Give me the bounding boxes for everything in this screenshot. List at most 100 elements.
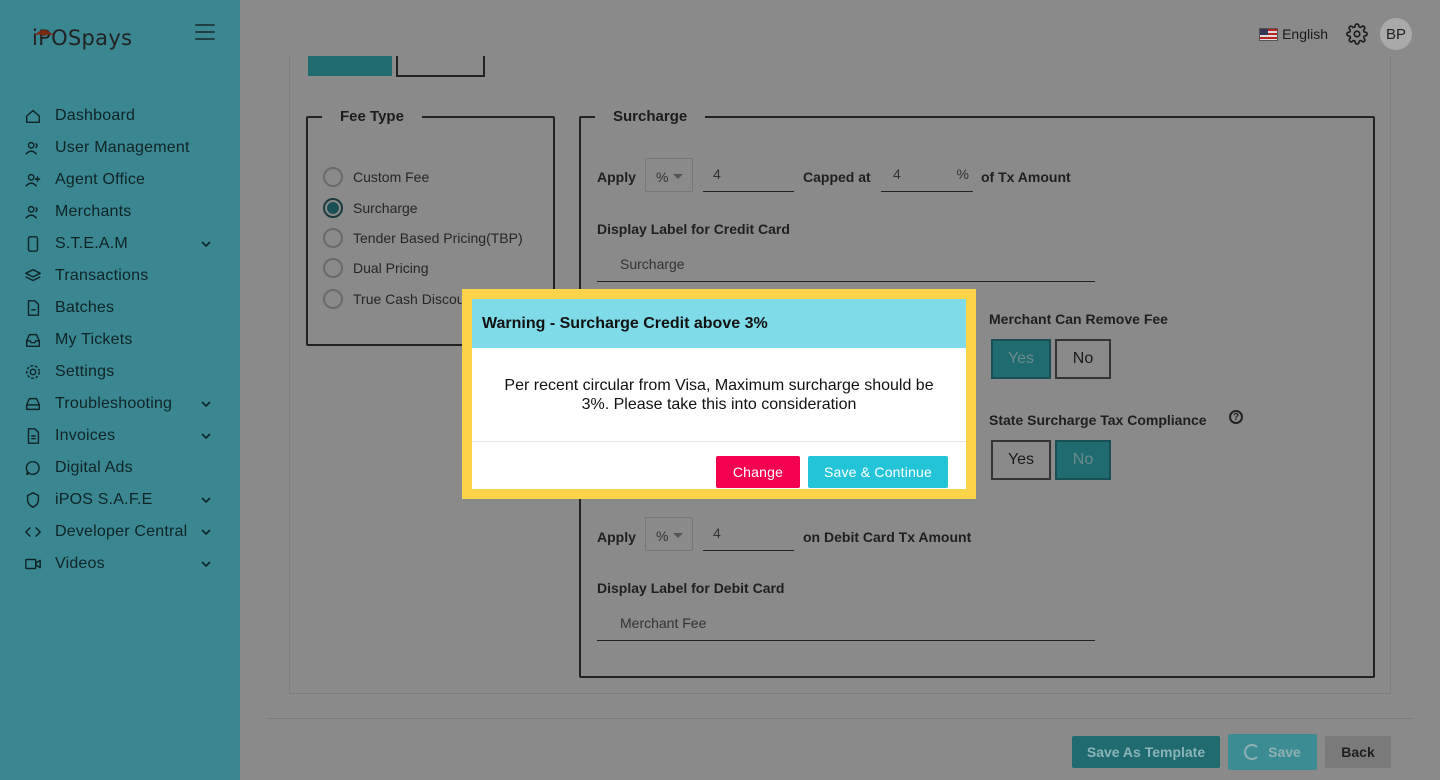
radio-button[interactable]: [323, 198, 343, 218]
sidebar-item-batches[interactable]: Batches: [0, 292, 240, 324]
back-button[interactable]: Back: [1325, 736, 1391, 768]
dialog-footer: Change Save & Continue: [472, 442, 966, 489]
radio-button[interactable]: [323, 228, 343, 248]
merchant-remove-fee-label: Merchant Can Remove Fee: [989, 311, 1168, 327]
sidebar-item-merchants[interactable]: Merchants: [0, 196, 240, 228]
credit-surcharge-input[interactable]: 4: [703, 166, 794, 192]
sidebar-item-ipos-s-a-f-e[interactable]: iPOS S.A.F.E: [0, 484, 240, 516]
sidebar-item-label: Merchants: [55, 203, 132, 220]
sidebar-item-label: User Management: [55, 139, 190, 156]
dialog-message: Per recent circular from Visa, Maximum s…: [472, 348, 966, 442]
radio-button[interactable]: [323, 167, 343, 187]
sidebar-item-transactions[interactable]: Transactions: [0, 260, 240, 292]
credit-apply-label: Apply: [597, 169, 636, 185]
fee-type-legend: Fee Type: [340, 108, 404, 125]
sidebar-item-label: Troubleshooting: [55, 395, 173, 412]
sidebar-item-agent-office[interactable]: Agent Office: [0, 164, 240, 196]
debit-display-label: Display Label for Debit Card: [597, 580, 785, 596]
surcharge-legend: Surcharge: [613, 108, 688, 125]
sidebar-item-digital-ads[interactable]: Digital Ads: [0, 452, 240, 484]
sidebar-item-dashboard[interactable]: Dashboard: [0, 100, 240, 132]
sidebar: iPOSpays Dashboard User Management Agent O…: [0, 0, 240, 780]
sidebar-item-videos[interactable]: Videos: [0, 548, 240, 580]
chevron-down-icon[interactable]: [201, 527, 211, 537]
save-button[interactable]: Save: [1228, 734, 1317, 770]
capped-at-input[interactable]: 4 %: [881, 166, 973, 192]
hamburger-menu-icon[interactable]: [195, 24, 215, 40]
chevron-down-icon[interactable]: [201, 559, 211, 569]
warning-dialog-highlight: Warning - Surcharge Credit above 3% Per …: [462, 289, 976, 499]
language-selector[interactable]: English: [1259, 26, 1328, 42]
umbrella-icon: [34, 30, 54, 36]
sidebar-item-settings[interactable]: Settings: [0, 356, 240, 388]
sidebar-item-label: Settings: [55, 363, 115, 380]
fee-type-option-custom-fee[interactable]: Custom Fee: [323, 167, 429, 187]
fee-type-option-label: Tender Based Pricing(TBP): [353, 230, 523, 246]
video-icon: [25, 558, 41, 570]
drive-icon: [25, 397, 41, 411]
brand-logo[interactable]: iPOSpays: [32, 26, 132, 50]
state-tax-yes-button[interactable]: Yes: [991, 440, 1051, 480]
topbar-actions: English BP: [1259, 18, 1412, 50]
sidebar-item-label: Dashboard: [55, 107, 136, 124]
shield-icon: [26, 492, 40, 508]
sidebar-item-invoices[interactable]: Invoices: [0, 420, 240, 452]
language-label: English: [1282, 26, 1328, 42]
debit-unit-select[interactable]: %: [645, 517, 693, 551]
radio-button[interactable]: [323, 258, 343, 278]
chevron-down-icon[interactable]: [201, 431, 211, 441]
code-icon: [25, 526, 41, 538]
help-icon[interactable]: ?: [1229, 410, 1243, 424]
sidebar-item-troubleshooting[interactable]: Troubleshooting: [0, 388, 240, 420]
sidebar-item-label: Developer Central: [55, 523, 188, 540]
sidebar-item-label: Videos: [55, 555, 105, 572]
users-icon: [25, 141, 38, 155]
fee-type-option-surcharge[interactable]: Surcharge: [323, 198, 418, 218]
save-and-continue-button[interactable]: Save & Continue: [808, 456, 948, 488]
credit-unit-select[interactable]: %: [645, 158, 693, 192]
of-tx-amount-label: of Tx Amount: [981, 169, 1071, 185]
save-as-template-button[interactable]: Save As Template: [1072, 736, 1220, 768]
sidebar-item-developer-central[interactable]: Developer Central: [0, 516, 240, 548]
fee-type-option-label: Custom Fee: [353, 169, 430, 185]
chevron-down-icon[interactable]: [201, 399, 211, 409]
radio-button[interactable]: [323, 289, 343, 309]
tab-inactive[interactable]: [396, 56, 485, 77]
merchant-remove-yes-button[interactable]: Yes: [991, 339, 1051, 379]
debit-surcharge-input[interactable]: 4: [703, 525, 794, 551]
sidebar-item-label: My Tickets: [55, 331, 133, 348]
sidebar-item-s-t-e-a-m[interactable]: S.T.E.A.M: [0, 228, 240, 260]
capped-at-value: 4: [893, 166, 901, 182]
warning-dialog: Warning - Surcharge Credit above 3% Per …: [472, 299, 966, 489]
sidebar-item-user-management[interactable]: User Management: [0, 132, 240, 164]
sidebar-item-label: S.T.E.A.M: [55, 235, 128, 252]
inbox-icon: [25, 333, 41, 348]
sidebar-item-label: iPOS S.A.F.E: [55, 491, 153, 508]
sidebar-item-my-tickets[interactable]: My Tickets: [0, 324, 240, 356]
fee-type-option-label: True Cash Discou: [353, 291, 465, 307]
fee-type-option-dual-pricing[interactable]: Dual Pricing: [323, 258, 428, 278]
state-tax-no-button[interactable]: No: [1055, 440, 1111, 480]
merchant-remove-no-button[interactable]: No: [1055, 339, 1111, 379]
tab-active[interactable]: [308, 56, 392, 76]
settings-gear-icon[interactable]: [1346, 23, 1368, 45]
state-tax-compliance-label: State Surcharge Tax Compliance: [989, 412, 1207, 428]
user-avatar[interactable]: BP: [1380, 18, 1412, 50]
user-plus-icon: [25, 173, 41, 187]
fee-type-option-label: Dual Pricing: [353, 260, 429, 276]
fee-type-option-tender-based-pricing-tbp[interactable]: Tender Based Pricing(TBP): [323, 228, 523, 248]
chevron-down-icon[interactable]: [201, 495, 211, 505]
file-icon: [27, 300, 40, 316]
change-button[interactable]: Change: [716, 456, 800, 488]
debit-display-input[interactable]: Merchant Fee: [597, 615, 1095, 641]
debit-apply-label: Apply: [597, 529, 636, 545]
mobile-icon: [27, 236, 39, 252]
users-icon: [25, 205, 38, 219]
us-flag-icon: [1259, 27, 1279, 41]
sidebar-item-label: Transactions: [55, 267, 149, 284]
layers-icon: [25, 268, 41, 282]
capped-unit: %: [956, 166, 969, 182]
fee-type-option-true-cash-discou[interactable]: True Cash Discou: [323, 289, 465, 309]
chevron-down-icon[interactable]: [201, 239, 211, 249]
credit-display-input[interactable]: Surcharge: [597, 256, 1095, 282]
